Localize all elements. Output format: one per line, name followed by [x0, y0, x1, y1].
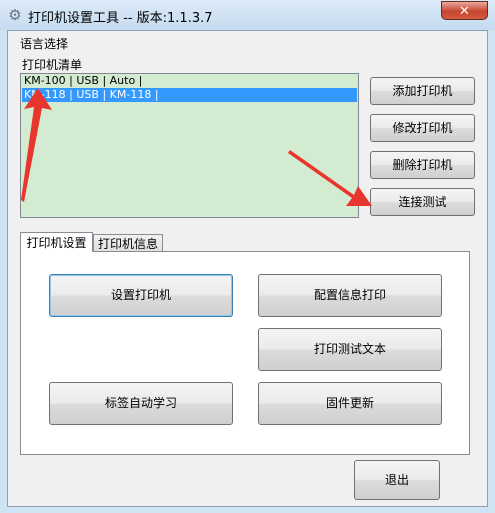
list-item[interactable]: KM-100 | USB | Auto |: [22, 74, 357, 88]
printer-list-label: 打印机清单: [22, 58, 83, 72]
tab-printer-settings[interactable]: 打印机设置: [20, 232, 93, 252]
window-title: 打印机设置工具 -- 版本:1.1.3.7: [28, 11, 213, 26]
add-printer-button[interactable]: 添加打印机: [370, 77, 475, 105]
list-item-selected[interactable]: KM-118 | USB | KM-118 |: [22, 88, 357, 102]
language-menu[interactable]: 语言选择: [20, 35, 68, 52]
annotation-arrow-icon: [288, 150, 372, 206]
label-auto-learn-button[interactable]: 标签自动学习: [49, 382, 233, 425]
close-button[interactable]: ✕: [441, 1, 488, 20]
gear-icon: ⚙: [8, 6, 22, 24]
printer-settings-panel: 设置打印机 配置信息打印 打印测试文本 标签自动学习 固件更新: [20, 251, 470, 455]
annotation-arrow-icon: [21, 88, 52, 202]
modify-printer-button[interactable]: 修改打印机: [370, 114, 475, 142]
connect-test-button[interactable]: 连接测试: [370, 188, 475, 216]
tab-printer-info[interactable]: 打印机信息: [93, 234, 163, 252]
print-test-text-button[interactable]: 打印测试文本: [258, 328, 442, 371]
title-bar: ⚙ 打印机设置工具 -- 版本:1.1.3.7 ✕: [0, 0, 495, 30]
delete-printer-button[interactable]: 删除打印机: [370, 151, 475, 179]
firmware-update-button[interactable]: 固件更新: [258, 382, 442, 425]
set-printer-button[interactable]: 设置打印机: [49, 274, 233, 317]
config-info-print-button[interactable]: 配置信息打印: [258, 274, 442, 317]
dialog-body: 语言选择 打印机清单 KM-100 | USB | Auto | KM-118 …: [7, 30, 488, 507]
exit-button[interactable]: 退出: [354, 460, 440, 500]
